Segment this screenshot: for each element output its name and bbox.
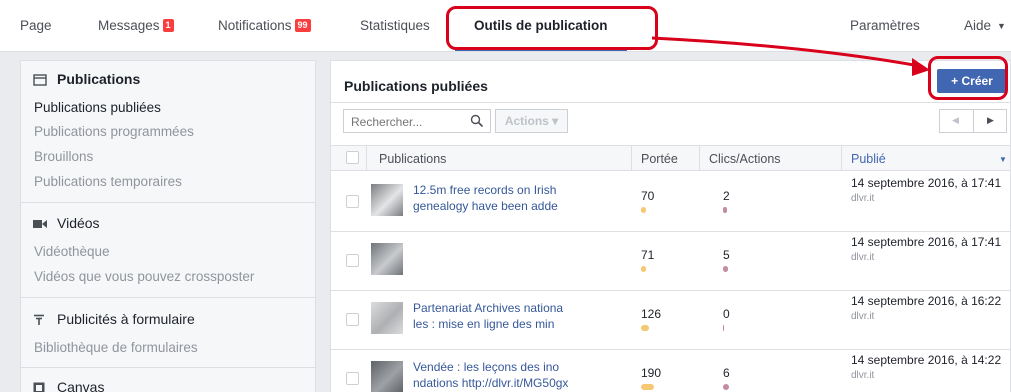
- section-publicites-formulaire[interactable]: Publicités à formulaire: [33, 311, 195, 327]
- search-input[interactable]: [351, 115, 461, 129]
- search-icon[interactable]: [470, 114, 484, 131]
- clicks-bar: [723, 207, 727, 213]
- column-header-publie[interactable]: Publié: [851, 152, 886, 166]
- clicks-bar: [723, 384, 729, 390]
- column-header-publications[interactable]: Publications: [379, 152, 446, 166]
- publishing-tools-sidebar: Publications Publications publiées Publi…: [20, 60, 316, 392]
- select-all-checkbox[interactable]: [346, 151, 359, 164]
- tab-aide[interactable]: Aide ▼: [964, 18, 1006, 33]
- column-header-clics-actions[interactable]: Clics/Actions: [709, 152, 781, 166]
- table-row[interactable]: Vendée : les leçons des ino ndations htt…: [331, 349, 1010, 392]
- divider: [21, 202, 315, 203]
- post-thumbnail[interactable]: [371, 184, 403, 216]
- post-link[interactable]: 12.5m free records on Irish genealogy ha…: [413, 182, 579, 214]
- divider: [21, 297, 315, 298]
- filter-icon: [33, 313, 47, 325]
- source-label[interactable]: dlvr.it: [851, 370, 874, 381]
- annotation-highlight-tab: [446, 6, 658, 50]
- sidebar-item-publications-temporaires[interactable]: Publications temporaires: [34, 174, 182, 189]
- clicks-value: 2: [723, 189, 730, 203]
- clicks-value: 6: [723, 366, 730, 380]
- reach-value: 190: [641, 366, 662, 380]
- clicks-value: 0: [723, 307, 730, 321]
- actions-dropdown[interactable]: Actions ▾: [495, 109, 568, 133]
- published-date: 14 septembre 2016, à 16:22 dlvr.it: [851, 294, 1002, 322]
- chevron-down-icon: ▼: [997, 20, 1006, 31]
- published-date: 14 septembre 2016, à 14:22 dlvr.it: [851, 353, 1002, 381]
- pagination: ◀ ▶: [939, 109, 1007, 133]
- post-thumbnail[interactable]: [371, 361, 403, 392]
- post-link[interactable]: Vendée : les leçons des ino ndations htt…: [413, 359, 579, 391]
- reach-value: 71: [641, 248, 655, 262]
- divider: [21, 367, 315, 368]
- clicks-bar: [723, 266, 728, 272]
- reach-bar: [641, 325, 649, 331]
- annotation-highlight-create: [928, 56, 1008, 100]
- published-posts-panel: Publications publiées + Créer Actions ▾ …: [330, 60, 1011, 392]
- next-page-button[interactable]: ▶: [987, 115, 994, 126]
- sidebar-item-brouillons[interactable]: Brouillons: [34, 149, 93, 164]
- section-publications[interactable]: Publications: [33, 71, 140, 87]
- reach-value: 126: [641, 307, 662, 321]
- calendar-icon: [33, 73, 47, 86]
- search-box: [343, 109, 491, 133]
- source-label[interactable]: dlvr.it: [851, 193, 874, 204]
- table-row[interactable]: 12.5m free records on Irish genealogy ha…: [331, 172, 1010, 232]
- post-thumbnail[interactable]: [371, 302, 403, 334]
- reach-value: 70: [641, 189, 655, 203]
- sidebar-item-videos-crossposter[interactable]: Vidéos que vous pouvez crossposter: [34, 269, 254, 284]
- reach-bar: [641, 384, 654, 390]
- sidebar-item-videotheque[interactable]: Vidéothèque: [34, 244, 110, 259]
- post-thumbnail[interactable]: [371, 243, 403, 275]
- annotation-arrow: [651, 36, 930, 76]
- divider: [331, 102, 1010, 103]
- notifications-badge: 99: [294, 19, 311, 32]
- column-header-portee[interactable]: Portée: [641, 152, 678, 166]
- page-title: Publications publiées: [344, 78, 488, 94]
- table-row[interactable]: Partenariat Archives nationa les : mise …: [331, 290, 1010, 350]
- sidebar-item-publications-publiees[interactable]: Publications publiées: [34, 100, 161, 115]
- published-date: 14 septembre 2016, à 17:41 dlvr.it: [851, 176, 1002, 204]
- section-videos[interactable]: Vidéos: [33, 215, 100, 231]
- source-label[interactable]: dlvr.it: [851, 311, 874, 322]
- tab-messages[interactable]: Messages 1: [98, 18, 174, 33]
- table-row[interactable]: 71 5 14 septembre 2016, à 17:41 dlvr.it: [331, 231, 1010, 291]
- clicks-bar: [723, 325, 724, 331]
- post-link[interactable]: Partenariat Archives nationa les : mise …: [413, 300, 579, 332]
- row-checkbox[interactable]: [346, 313, 359, 326]
- tab-statistiques[interactable]: Statistiques: [360, 18, 430, 33]
- reach-bar: [641, 266, 646, 272]
- row-checkbox[interactable]: [346, 195, 359, 208]
- row-checkbox[interactable]: [346, 254, 359, 267]
- table-header: Publications Portée Clics/Actions Publié…: [331, 145, 1010, 171]
- sort-down-icon[interactable]: ▼: [999, 155, 1007, 164]
- section-canvas[interactable]: Canvas: [33, 379, 104, 392]
- reach-bar: [641, 207, 646, 213]
- source-label[interactable]: dlvr.it: [851, 252, 874, 263]
- previous-page-button[interactable]: ◀: [952, 115, 959, 126]
- video-camera-icon: [33, 217, 47, 229]
- messages-badge: 1: [162, 19, 174, 32]
- clicks-value: 5: [723, 248, 730, 262]
- canvas-icon: [33, 381, 47, 392]
- sidebar-item-publications-programmees[interactable]: Publications programmées: [34, 124, 194, 139]
- published-date: 14 septembre 2016, à 17:41 dlvr.it: [851, 235, 1002, 263]
- sidebar-item-bibliotheque-formulaires[interactable]: Bibliothèque de formulaires: [34, 340, 198, 355]
- tab-notifications[interactable]: Notifications 99: [218, 18, 311, 33]
- tab-page[interactable]: Page: [20, 18, 52, 33]
- row-checkbox[interactable]: [346, 372, 359, 385]
